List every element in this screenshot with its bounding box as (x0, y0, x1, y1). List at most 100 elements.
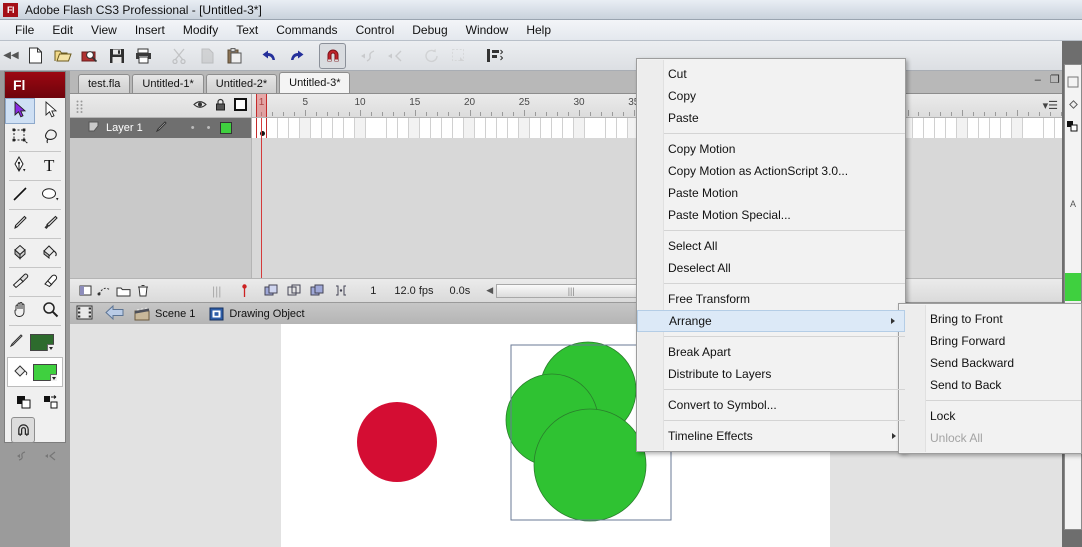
timeline-frame-cell[interactable] (1011, 118, 1023, 138)
hand-tool[interactable] (5, 298, 35, 324)
timeline-frame-cell[interactable] (956, 118, 968, 138)
eyedropper-tool[interactable] (5, 269, 35, 295)
menu-item-text[interactable]: Text (227, 21, 267, 39)
color-panel-icon[interactable] (1065, 71, 1081, 93)
document-tab-0[interactable]: test.fla (78, 74, 131, 93)
breadcrumb-item-0[interactable]: Scene 1 (134, 306, 195, 321)
timeline-frame-cell[interactable] (299, 118, 311, 138)
timeline-layer-row[interactable]: Layer 1 • • (70, 118, 251, 138)
timeline-frame-cell[interactable] (398, 118, 410, 138)
arrange-bring-forward[interactable]: Bring Forward (899, 330, 1081, 352)
new-layer-icon[interactable] (76, 282, 95, 300)
ink-bottle-tool[interactable] (5, 240, 35, 266)
trash-icon[interactable] (133, 282, 152, 300)
ctx-distribute-to-layers[interactable]: Distribute to Layers (637, 363, 905, 385)
timeline-frame-cell[interactable] (376, 118, 388, 138)
align-panel-label[interactable]: A (1065, 193, 1081, 215)
swap-colors-icon[interactable] (37, 389, 65, 415)
timeline-frame-cell[interactable] (507, 118, 519, 138)
timeline-frame-cell[interactable] (453, 118, 465, 138)
ctx-timeline-effects[interactable]: Timeline Effects (637, 425, 905, 447)
arrange-send-to-back[interactable]: Send to Back (899, 374, 1081, 396)
align-button[interactable] (481, 43, 508, 69)
paste-button[interactable] (220, 43, 247, 69)
timeline-frame-cell[interactable] (518, 118, 530, 138)
eye-icon[interactable] (193, 99, 207, 113)
playhead-marker[interactable] (256, 94, 267, 117)
menu-item-commands[interactable]: Commands (267, 21, 346, 39)
timeline-frame-cell[interactable] (1044, 118, 1056, 138)
save-button[interactable] (103, 43, 130, 69)
ctx-copy-motion[interactable]: Copy Motion (637, 138, 905, 160)
timeline-frame-cell[interactable] (288, 118, 300, 138)
text-tool[interactable]: T (35, 153, 65, 179)
center-frame-icon[interactable] (235, 282, 254, 300)
timeline-frame-cell[interactable] (496, 118, 508, 138)
timeline-frame-cell[interactable] (420, 118, 432, 138)
restore-button[interactable]: ❐ (1050, 73, 1060, 86)
ctx-convert-to-symbol[interactable]: Convert to Symbol... (637, 394, 905, 416)
timeline-frame-cell[interactable] (562, 118, 574, 138)
free-transform-tool[interactable] (5, 124, 35, 150)
print-button[interactable] (130, 43, 157, 69)
timeline-frame-cell[interactable] (365, 118, 377, 138)
arrange-submenu[interactable]: Bring to Front Bring Forward Send Backward… (898, 303, 1082, 454)
document-tab-3[interactable]: Untitled-3* (279, 72, 351, 93)
paint-bucket-icon[interactable] (1065, 93, 1081, 115)
timeline-frame-cell[interactable] (431, 118, 443, 138)
timeline-frame-cell[interactable] (934, 118, 946, 138)
menu-item-help[interactable]: Help (517, 21, 560, 39)
lock-icon[interactable] (215, 98, 226, 114)
selection-tool[interactable] (5, 98, 36, 124)
menu-item-control[interactable]: Control (347, 21, 404, 39)
timeline-frame-cell[interactable] (945, 118, 957, 138)
document-tab-1[interactable]: Untitled-1* (132, 74, 204, 93)
ctx-break-apart[interactable]: Break Apart (637, 341, 905, 363)
menu-item-window[interactable]: Window (457, 21, 518, 39)
menu-item-file[interactable]: File (6, 21, 43, 39)
ctx-deselect-all[interactable]: Deselect All (637, 257, 905, 279)
minimize-button[interactable]: – (1035, 74, 1041, 86)
timeline-frame-cell[interactable] (923, 118, 935, 138)
ctx-cut[interactable]: Cut (637, 63, 905, 85)
timeline-frame-cell[interactable] (573, 118, 585, 138)
document-tab-2[interactable]: Untitled-2* (205, 74, 278, 93)
panel-grip-icon[interactable] (76, 100, 83, 116)
line-tool[interactable] (5, 182, 35, 208)
menu-item-modify[interactable]: Modify (174, 21, 227, 39)
timeline-frame-cell[interactable] (485, 118, 497, 138)
timeline-frame-cell[interactable] (540, 118, 552, 138)
timeline-frame-cell[interactable] (409, 118, 421, 138)
black-white-icon[interactable] (1065, 115, 1081, 137)
onion-outline-icon[interactable] (285, 282, 304, 300)
layer-visibility-dot[interactable]: • (191, 122, 195, 134)
timeline-frame-cell[interactable] (266, 118, 278, 138)
frame-rate-indicator[interactable]: 12.0 fps (394, 285, 433, 297)
open-document-button[interactable] (49, 43, 76, 69)
magnet-icon[interactable] (11, 417, 35, 443)
arrange-send-backward[interactable]: Send Backward (899, 352, 1081, 374)
outline-square-icon[interactable] (234, 98, 247, 114)
arrange-bring-to-front[interactable]: Bring to Front (899, 308, 1081, 330)
timeline-frame-cell[interactable] (978, 118, 990, 138)
timeline-frame-cell[interactable] (989, 118, 1001, 138)
pencil-icon[interactable] (155, 120, 169, 136)
ctx-copy[interactable]: Copy (637, 85, 905, 107)
timeline-frame-cell[interactable] (442, 118, 454, 138)
snap-to-objects-button[interactable] (319, 42, 346, 69)
stroke-color-swatch[interactable] (30, 333, 54, 351)
timeline-frame-cell[interactable] (343, 118, 355, 138)
timeline-options-icon[interactable]: ▾☰ (1043, 99, 1058, 112)
timeline-frame-cell[interactable] (967, 118, 979, 138)
onion-markers-icon[interactable] (331, 282, 350, 300)
zoom-tool[interactable] (35, 298, 65, 324)
layer-name-label[interactable]: Layer 1 (106, 122, 143, 134)
timeline-frame-cell[interactable] (529, 118, 541, 138)
subselection-tool[interactable] (35, 98, 65, 124)
onion-skin-icon[interactable] (262, 282, 281, 300)
timeline-frame-cell[interactable] (617, 118, 629, 138)
menu-item-view[interactable]: View (82, 21, 126, 39)
ctx-paste[interactable]: Paste (637, 107, 905, 129)
breadcrumb-item-1[interactable]: Drawing Object (209, 307, 305, 321)
new-document-button[interactable] (22, 43, 49, 69)
